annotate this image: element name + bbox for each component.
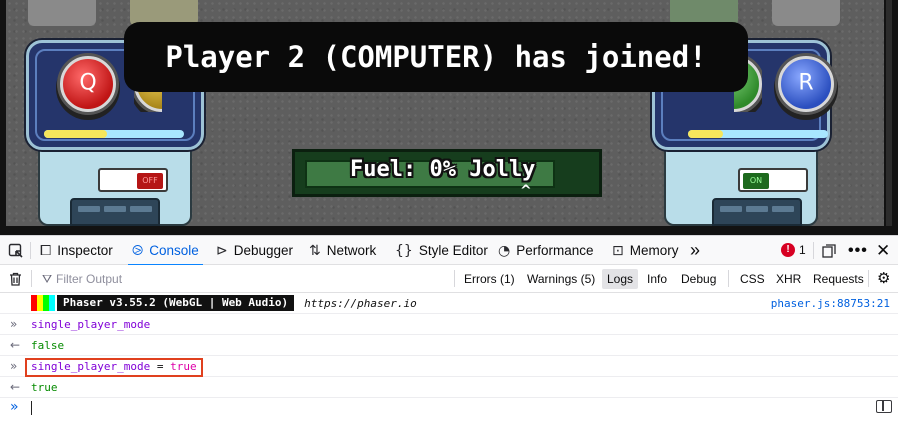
right-toggle-switch[interactable]: ON: [738, 168, 808, 192]
left-toggle-switch[interactable]: OFF: [98, 168, 168, 192]
performance-icon: ◔: [498, 242, 511, 259]
console-input-text: single_player_mode: [31, 318, 151, 331]
prompt-chevron-icon: »: [10, 399, 19, 415]
highlight-box: [25, 358, 203, 377]
tab-performance[interactable]: ◔ Performance: [498, 236, 594, 265]
phaser-url: https://phaser.io: [304, 296, 417, 310]
q-button[interactable]: Q: [60, 56, 116, 112]
tab-inspector-label: Inspector: [57, 243, 113, 258]
network-icon: ⇅: [309, 242, 321, 259]
filter-errors[interactable]: Errors (1): [464, 265, 515, 293]
r-button[interactable]: R: [778, 56, 834, 112]
tab-network[interactable]: ⇅ Network: [309, 236, 376, 265]
phaser-banner: Phaser v3.55.2 (WebGL | Web Audio) https…: [31, 295, 417, 311]
tab-memory[interactable]: ⊡ Memory: [612, 236, 679, 265]
input-chevron-icon: »: [10, 317, 18, 331]
phaser-source-link[interactable]: phaser.js:88753:21: [771, 293, 890, 314]
element-picker-icon: [8, 243, 23, 258]
tab-console-label: Console: [149, 243, 199, 258]
more-tools-chevron-icon[interactable]: »: [690, 236, 700, 265]
input-chevron-icon: »: [10, 359, 18, 373]
devtools-toolbar: ⧠ Inspector ⧁ Console ⊳ Debugger ⇅ Network {…: [0, 236, 898, 266]
player-joined-banner: Player 2 (COMPUTER) has joined!: [124, 22, 748, 92]
phaser-log-row: Phaser v3.55.2 (WebGL | Web Audio) https…: [0, 293, 898, 314]
console-input-row: » single_player_mode = true: [0, 356, 898, 377]
off-label: OFF: [137, 173, 163, 189]
dock-toggle-button[interactable]: [822, 236, 836, 265]
clear-console-button[interactable]: [9, 265, 22, 293]
player-slot-1: [28, 0, 96, 26]
q-button-label: Q: [79, 70, 97, 96]
tab-inspector[interactable]: ⧠ Inspector: [40, 236, 113, 265]
console-result-row: ← false: [0, 335, 898, 356]
trash-icon: [10, 272, 21, 286]
tab-network-label: Network: [326, 243, 377, 258]
fuel-label: Fuel: 0% Jolly: [350, 157, 536, 182]
filter-debug[interactable]: Debug: [681, 265, 716, 293]
r-button-label: R: [798, 70, 814, 96]
on-label: ON: [743, 173, 769, 189]
tab-style-editor[interactable]: {} Style Editor: [395, 236, 488, 265]
console-icon: ⧁: [132, 242, 144, 259]
console-output: Phaser v3.55.2 (WebGL | Web Audio) https…: [0, 293, 898, 426]
error-count: 1: [799, 243, 806, 257]
filter-requests[interactable]: Requests: [813, 265, 864, 293]
options-menu-icon[interactable]: •••: [848, 236, 868, 265]
tab-console[interactable]: ⧁ Console: [128, 236, 203, 266]
console-prompt[interactable]: »: [0, 393, 898, 423]
element-picker-button[interactable]: [8, 236, 24, 265]
console-filter-bar: ⛛ Filter Output Errors (1) Warnings (5) …: [0, 265, 898, 293]
left-meter: [44, 130, 184, 138]
debugger-icon: ⊳: [216, 242, 228, 259]
game-canvas[interactable]: Q OFF R ON Player 2 (COMPUTER) has joine…: [0, 0, 898, 235]
tab-style-editor-label: Style Editor: [418, 243, 488, 258]
tab-memory-label: Memory: [629, 243, 679, 258]
player-slot-4: [772, 0, 840, 26]
error-icon[interactable]: !: [781, 243, 795, 257]
editor-mode-toggle-icon[interactable]: [876, 400, 892, 413]
filter-css[interactable]: CSS: [740, 265, 765, 293]
memory-icon: ⊡: [612, 242, 624, 259]
result-arrow-icon: ←: [10, 338, 21, 352]
devtools-panel: ⧠ Inspector ⧁ Console ⊳ Debugger ⇅ Network {…: [0, 235, 898, 426]
phaser-version-label: Phaser v3.55.2 (WebGL | Web Audio): [57, 295, 295, 311]
tab-debugger[interactable]: ⊳ Debugger: [216, 236, 293, 265]
console-result-text: false: [31, 339, 65, 352]
tab-debugger-label: Debugger: [233, 243, 294, 258]
text-caret: [31, 401, 32, 415]
dock-icon: [822, 243, 836, 258]
filter-info[interactable]: Info: [647, 265, 667, 293]
filter-logs[interactable]: Logs: [602, 269, 639, 289]
game-scrollbar[interactable]: [886, 0, 892, 226]
filter-icon: ⛛: [42, 272, 53, 286]
filter-warnings[interactable]: Warnings (5): [527, 265, 595, 293]
console-input-row: » single_player_mode: [0, 314, 898, 335]
filter-output-input[interactable]: Filter Output: [56, 265, 122, 293]
style-editor-icon: {}: [395, 242, 413, 259]
inspector-icon: ⧠: [40, 242, 52, 259]
fuel-caret: ^: [520, 183, 532, 199]
right-meter: [688, 130, 828, 138]
close-devtools-icon[interactable]: ✕: [876, 236, 890, 265]
console-settings-gear-icon[interactable]: ⚙: [877, 265, 890, 293]
tab-performance-label: Performance: [516, 243, 594, 258]
filter-xhr[interactable]: XHR: [776, 265, 801, 293]
